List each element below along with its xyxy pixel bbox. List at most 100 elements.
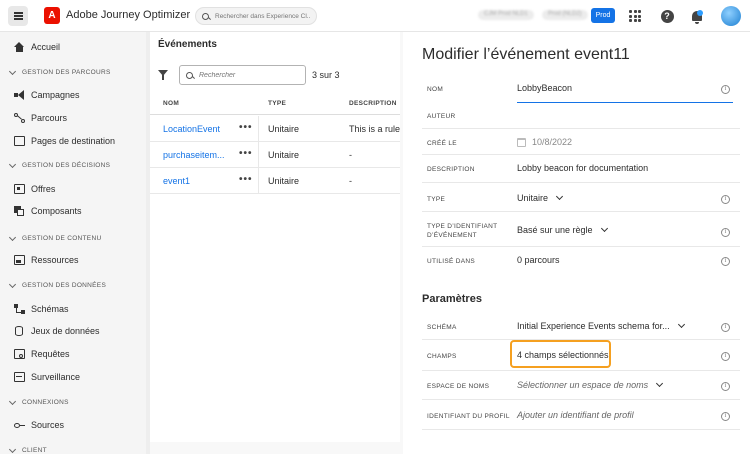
- event-name-link[interactable]: purchaseitem...: [163, 150, 225, 160]
- chevron-down-icon: [677, 320, 685, 329]
- help-icon[interactable]: ?: [659, 8, 675, 24]
- event-type: Unitaire: [268, 176, 300, 186]
- info-icon[interactable]: i: [721, 352, 730, 361]
- nav-item-components[interactable]: Composants: [14, 204, 82, 218]
- events-count: 3 sur 3: [312, 70, 340, 80]
- fields-label: CHAMPS: [427, 353, 457, 360]
- components-icon: [14, 206, 25, 216]
- events-list-panel: Événements 3 sur 3 NOM TYPE DESCRIPTION …: [150, 32, 400, 442]
- description-field[interactable]: Lobby beacon for documentation: [517, 163, 648, 173]
- assets-icon: [14, 255, 25, 265]
- page-title: Modifier l’événement event11: [422, 46, 630, 63]
- nav-section-content[interactable]: GESTION DE CONTENU: [8, 233, 101, 242]
- more-actions-button[interactable]: •••: [239, 122, 253, 133]
- name-field-underline: [517, 102, 733, 103]
- nav-item-journeys[interactable]: Parcours: [14, 111, 67, 125]
- edit-event-panel: Modifier l’événement event11 NOM LobbyBe…: [403, 32, 750, 454]
- info-icon[interactable]: i: [721, 85, 730, 94]
- nav-item-campaigns[interactable]: Campagnes: [14, 88, 80, 102]
- namespace-label: ESPACE DE NOMS: [427, 383, 490, 390]
- query-icon: [14, 349, 25, 359]
- nav-item-monitoring[interactable]: Surveillance: [14, 370, 80, 384]
- nav-section-journeys[interactable]: GESTION DES PARCOURS: [8, 67, 111, 76]
- created-label: CRÉÉ LE: [427, 140, 457, 147]
- page-icon: [14, 136, 25, 146]
- author-label: AUTEUR: [427, 113, 456, 120]
- events-search-input[interactable]: [199, 71, 299, 79]
- nav-item-datasets[interactable]: Jeux de données: [14, 324, 100, 338]
- sandbox-switcher[interactable]: Prod (NLD2): [542, 10, 588, 20]
- table-row[interactable]: event1 ••• Unitaire -: [150, 168, 400, 194]
- event-name-link[interactable]: event1: [163, 176, 190, 186]
- notifications-bell-icon[interactable]: [689, 8, 705, 24]
- chevron-down-icon: [8, 67, 17, 75]
- nav-section-connections[interactable]: CONNEXIONS: [8, 397, 69, 406]
- created-date-field: 10/8/2022: [517, 137, 572, 147]
- adobe-logo-icon: A: [44, 7, 60, 24]
- nav-section-client[interactable]: CLIENT: [8, 445, 47, 454]
- nav-section-decisions[interactable]: GESTION DES DÉCISIONS: [8, 160, 110, 169]
- name-field[interactable]: LobbyBeacon: [517, 83, 572, 93]
- offer-icon: [14, 184, 25, 194]
- type-label: TYPE: [427, 196, 446, 203]
- nav-item-offers[interactable]: Offres: [14, 182, 55, 196]
- info-icon[interactable]: i: [721, 228, 730, 237]
- id-type-dropdown[interactable]: Basé sur une règle: [517, 224, 608, 235]
- nav-item-queries[interactable]: Requêtes: [14, 347, 70, 361]
- used-in-value: 0 parcours: [517, 255, 560, 265]
- global-search-input[interactable]: [215, 12, 310, 20]
- menu-icon: [13, 15, 23, 17]
- database-icon: [14, 326, 25, 336]
- sources-icon: [14, 420, 25, 430]
- environment-button[interactable]: Prod: [591, 8, 615, 23]
- nav-section-data[interactable]: GESTION DES DONNÉES: [8, 280, 106, 289]
- app-title: Adobe Journey Optimizer: [66, 9, 191, 21]
- name-label: NOM: [427, 86, 444, 93]
- events-search[interactable]: [179, 65, 306, 85]
- chevron-down-icon: [8, 445, 17, 453]
- table-row[interactable]: LocationEvent ••• Unitaire This is a rul…: [150, 116, 400, 142]
- table-row[interactable]: purchaseitem... ••• Unitaire -: [150, 142, 400, 168]
- chevron-down-icon: [555, 192, 564, 201]
- profile-id-field[interactable]: Ajouter un identifiant de profil: [517, 410, 634, 420]
- more-actions-button[interactable]: •••: [239, 174, 253, 185]
- hamburger-menu-button[interactable]: [8, 6, 28, 26]
- nav-item-assets[interactable]: Ressources: [14, 253, 79, 267]
- namespace-dropdown[interactable]: Sélectionner un espace de noms: [517, 379, 664, 390]
- nav-item-landing-pages[interactable]: Pages de destination: [14, 134, 115, 148]
- events-title: Événements: [158, 39, 217, 50]
- column-header-type[interactable]: TYPE: [268, 100, 286, 107]
- nav-item-schemas[interactable]: Schémas: [14, 302, 69, 316]
- schema-dropdown[interactable]: Initial Experience Events schema for...: [517, 320, 685, 331]
- info-icon[interactable]: i: [721, 323, 730, 332]
- info-icon[interactable]: i: [721, 195, 730, 204]
- notification-dot: [697, 10, 703, 16]
- global-search[interactable]: [195, 7, 317, 25]
- chevron-down-icon: [8, 280, 17, 288]
- apps-grid-icon[interactable]: [627, 8, 643, 24]
- event-name-link[interactable]: LocationEvent: [163, 124, 220, 134]
- home-icon: [14, 42, 25, 52]
- user-avatar[interactable]: [721, 6, 741, 26]
- info-icon[interactable]: i: [721, 412, 730, 421]
- column-header-description[interactable]: DESCRIPTION: [349, 100, 397, 107]
- nav-item-sources[interactable]: Sources: [14, 418, 64, 432]
- calendar-icon: [517, 137, 526, 147]
- chevron-down-icon: [656, 379, 664, 388]
- filter-icon[interactable]: [158, 70, 168, 80]
- chevron-down-icon: [8, 397, 17, 405]
- event-description: -: [349, 150, 352, 160]
- type-dropdown[interactable]: Unitaire: [517, 192, 564, 203]
- more-actions-button[interactable]: •••: [239, 148, 253, 159]
- org-switcher[interactable]: CJM Prod NLD1: [478, 10, 534, 20]
- chevron-down-icon: [8, 160, 17, 168]
- nav-item-home[interactable]: Accueil: [14, 40, 60, 54]
- schema-label: SCHÉMA: [427, 324, 457, 331]
- search-icon: [202, 12, 209, 20]
- info-icon[interactable]: i: [721, 257, 730, 266]
- journey-icon: [14, 113, 25, 123]
- column-header-name[interactable]: NOM: [163, 100, 179, 107]
- description-label: DESCRIPTION: [427, 166, 475, 173]
- fields-highlight: [510, 340, 611, 368]
- info-icon[interactable]: i: [721, 382, 730, 391]
